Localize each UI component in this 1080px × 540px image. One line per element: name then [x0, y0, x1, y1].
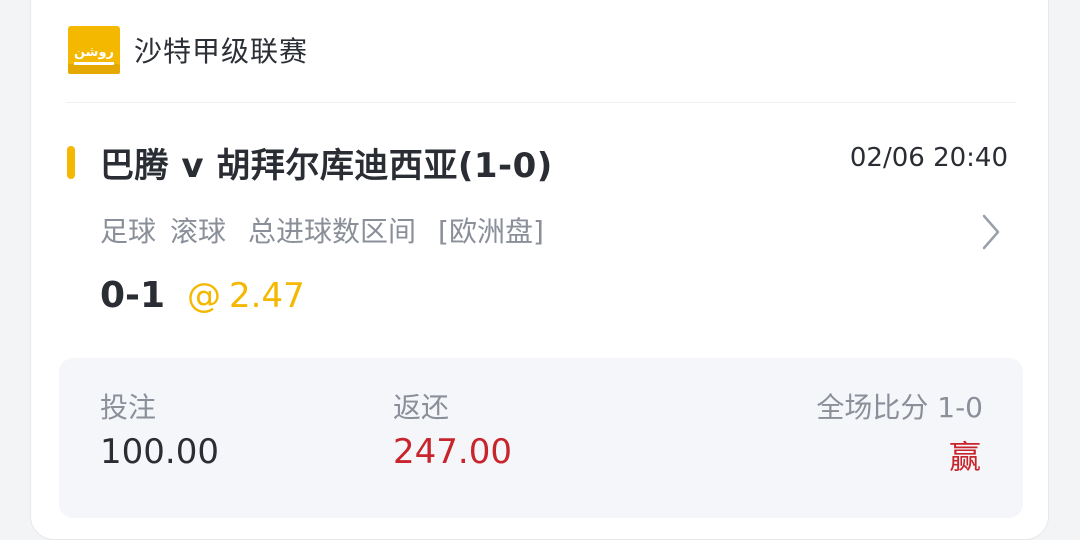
- return-label: 返还: [393, 391, 450, 424]
- odds-prefix: @: [187, 276, 222, 316]
- bet-summary: 投注 100.00 返还 247.00 全场比分 1-0 赢: [59, 358, 1023, 518]
- stake-value: 100.00: [100, 432, 219, 472]
- league-header: روشن 沙特甲级联赛: [66, 22, 308, 78]
- bet-selection: 0-1 @2.47: [100, 275, 305, 316]
- selection-value: 0-1: [100, 275, 166, 316]
- league-name: 沙特甲级联赛: [134, 35, 309, 68]
- odds-value: 2.47: [229, 276, 305, 316]
- sport-label: 足球: [100, 215, 157, 248]
- market-label: 总进球数区间: [248, 215, 417, 248]
- stake-label: 投注: [100, 391, 157, 424]
- match-time: 02/06 20:40: [849, 143, 1008, 173]
- result-badge: 赢: [948, 438, 981, 476]
- chevron-right-icon[interactable]: [976, 212, 1006, 252]
- divider: [66, 102, 1016, 103]
- match-title: 巴腾 v 胡拜尔库迪西亚(1-0): [100, 146, 553, 186]
- odds: @2.47: [187, 276, 305, 316]
- return-value: 247.00: [393, 432, 512, 472]
- mode-label: 滚球: [170, 215, 227, 248]
- odds-type-label: [欧洲盘]: [438, 215, 544, 248]
- svg-text:روشن: روشن: [74, 45, 114, 60]
- accent-bar: [67, 146, 75, 179]
- saudi-league-logo-icon: روشن: [66, 24, 122, 76]
- full-time-score: 全场比分 1-0: [816, 391, 983, 424]
- bet-meta: 足球 滚球 总进球数区间 [欧洲盘]: [100, 210, 558, 250]
